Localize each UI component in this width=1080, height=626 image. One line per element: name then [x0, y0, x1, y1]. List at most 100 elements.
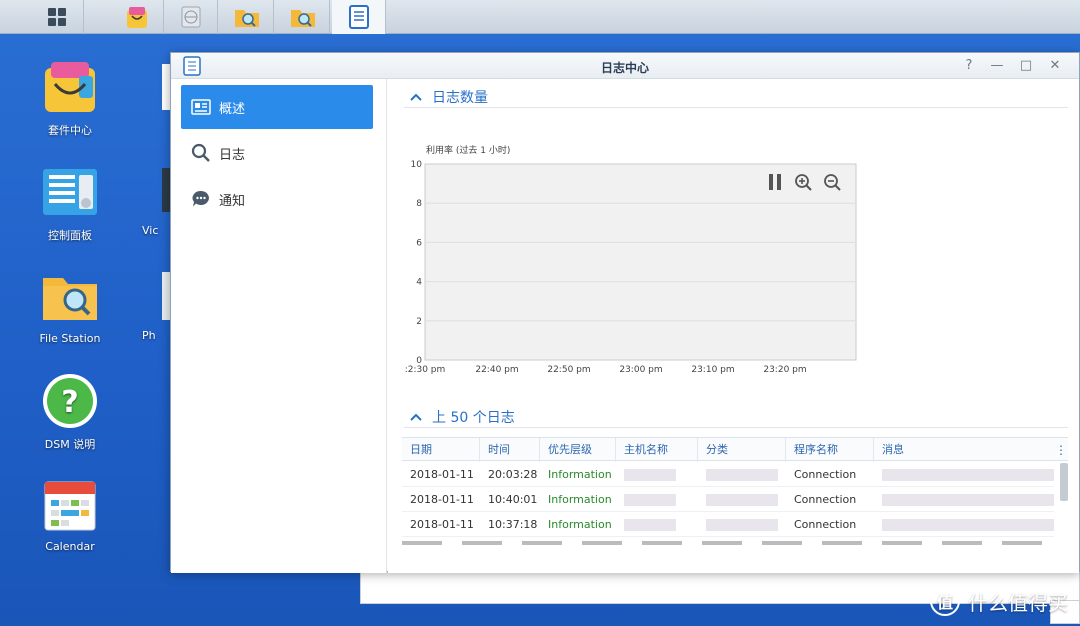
grid-icon: [47, 8, 66, 26]
chat-icon: [191, 189, 211, 209]
watermark-badge: 值: [930, 586, 960, 616]
desktop-icon-label: 控制面板: [48, 229, 92, 242]
cell-program: Connection: [794, 468, 857, 481]
chevron-up-icon: [410, 409, 422, 425]
y-tick-label: 4: [416, 278, 422, 288]
cell-level: Information: [548, 518, 612, 531]
cell-date: 2018-01-11: [410, 468, 474, 481]
partial-icon-edge: [162, 168, 170, 212]
window-title: 日志中心: [600, 61, 649, 75]
column-menu-icon[interactable]: ⋮: [1054, 438, 1068, 462]
desktop-icon-label: Calendar: [45, 540, 95, 553]
taskbar: [0, 0, 1080, 34]
partial-icon-edge: [162, 272, 170, 320]
redacted-category: [706, 469, 778, 481]
calendar-icon: [44, 481, 96, 531]
redacted-message: [882, 494, 1054, 506]
cell-time: 10:40:01: [488, 493, 538, 506]
redacted-message: [882, 519, 1054, 531]
partial-window-edge: [162, 64, 170, 110]
desktop-icon-calendar[interactable]: Calendar: [20, 476, 120, 553]
cell-date: 2018-01-11: [410, 493, 474, 506]
x-tick-label: 22:40 pm: [475, 365, 518, 375]
package-center-icon: [126, 7, 147, 28]
column-header-level[interactable]: 优先层级: [540, 438, 616, 462]
table-row-partial: [402, 541, 1054, 545]
taskbar-file-station-1[interactable]: [220, 0, 274, 34]
x-tick-label: 23:20 pm: [763, 365, 806, 375]
section-header-log-count[interactable]: 日志数量: [410, 87, 488, 107]
column-header-message[interactable]: 消息: [874, 438, 1054, 462]
globe-icon: [181, 6, 200, 28]
column-header-host[interactable]: 主机名称: [616, 438, 698, 462]
x-tick-label: 23:00 pm: [619, 365, 662, 375]
folder-search-icon: [290, 10, 315, 27]
chart-plot-area: [424, 163, 857, 361]
table-row[interactable]: 2018-01-11 10:40:01 Information Connecti…: [402, 487, 1054, 512]
control-panel-icon: [43, 169, 97, 215]
desktop-icon-label: DSM 说明: [44, 438, 96, 451]
desktop-icon-control-panel[interactable]: 控制面板: [20, 163, 120, 243]
redacted-category: [706, 494, 778, 506]
column-header-category[interactable]: 分类: [698, 438, 786, 462]
redacted-host: [624, 494, 676, 506]
watermark-text: 什么值得买: [968, 590, 1068, 615]
taskbar-file-station-2[interactable]: [276, 0, 330, 34]
sidebar-item-label: 日志: [219, 147, 246, 163]
redacted-host: [624, 469, 676, 481]
table-row[interactable]: 2018-01-11 10:37:18 Information Connecti…: [402, 512, 1054, 537]
svg-text:?: ?: [61, 385, 78, 420]
sidebar-item-overview[interactable]: 概述: [181, 85, 373, 129]
cell-time: 20:03:28: [488, 468, 538, 481]
close-button[interactable]: ✕: [1046, 57, 1064, 75]
table-scrollbar[interactable]: [1060, 463, 1068, 501]
folder-search-icon: [234, 10, 259, 27]
maximize-button[interactable]: □: [1017, 57, 1035, 75]
cell-level: Information: [548, 493, 612, 506]
package-center-icon: [45, 62, 95, 112]
desktop-icon-package-center[interactable]: 套件中心: [20, 58, 120, 138]
y-tick-label: 2: [416, 317, 422, 327]
sidebar-item-label: 通知: [219, 193, 246, 209]
cell-level: Information: [548, 468, 612, 481]
log-center-window: 日志中心 ? — □ ✕ 概述 日志 通知 日志数量 利用率 (过去 1 小时)…: [170, 52, 1080, 573]
window-titlebar[interactable]: 日志中心 ? — □ ✕: [171, 53, 1079, 79]
desktop-icon-label: 套件中心: [48, 124, 92, 137]
sidebar-item-notifications[interactable]: 通知: [181, 177, 373, 221]
column-header-program[interactable]: 程序名称: [786, 438, 874, 462]
x-tick-label: :2:30 pm: [405, 365, 446, 375]
table-row[interactable]: 2018-01-11 20:03:28 Information Connecti…: [402, 462, 1054, 487]
redacted-message: [882, 469, 1054, 481]
y-tick-label: 8: [416, 199, 422, 209]
desktop-icon-file-station[interactable]: File Station: [20, 268, 120, 345]
main-menu-button[interactable]: [30, 0, 84, 34]
redacted-category: [706, 519, 778, 531]
section-divider: [404, 427, 1068, 428]
section-title-text: 日志数量: [432, 90, 488, 106]
desktop-icon-dsm-help[interactable]: ? DSM 说明: [20, 372, 120, 452]
watermark: 值 什么值得买: [930, 586, 1068, 616]
y-tick-label: 6: [416, 238, 422, 248]
log-count-chart: 0246810:2:30 pm 22:40 pm 22:50 pm 23:00 pm 2…: [405, 160, 857, 375]
sidebar: 概述 日志 通知: [171, 79, 387, 573]
overview-panel: 日志数量 利用率 (过去 1 小时) 0 2 4 6 8 10:2:30 pm 22:40 …: [388, 79, 1079, 573]
taskbar-web-app[interactable]: [164, 0, 218, 34]
chevron-up-icon: [410, 89, 422, 105]
taskbar-log-center[interactable]: [332, 0, 386, 34]
cell-time: 10:37:18: [488, 518, 538, 531]
sidebar-item-logs[interactable]: 日志: [181, 131, 373, 175]
search-icon: [191, 143, 211, 163]
cell-program: Connection: [794, 493, 857, 506]
minimize-button[interactable]: —: [988, 57, 1006, 75]
log-center-icon: [348, 5, 369, 29]
help-button[interactable]: ?: [960, 57, 978, 75]
column-header-date[interactable]: 日期: [402, 438, 480, 462]
help-icon: ?: [43, 374, 97, 428]
x-tick-label: 22:50 pm: [547, 365, 590, 375]
sidebar-item-label: 概述: [219, 101, 246, 117]
log-table-header: 日期 时间 优先层级 主机名称 分类 程序名称 消息 ⋮: [402, 437, 1068, 462]
column-header-time[interactable]: 时间: [480, 438, 540, 462]
taskbar-package-center[interactable]: [110, 0, 164, 34]
redacted-host: [624, 519, 676, 531]
section-header-recent-logs[interactable]: 上 50 个日志: [410, 407, 515, 427]
